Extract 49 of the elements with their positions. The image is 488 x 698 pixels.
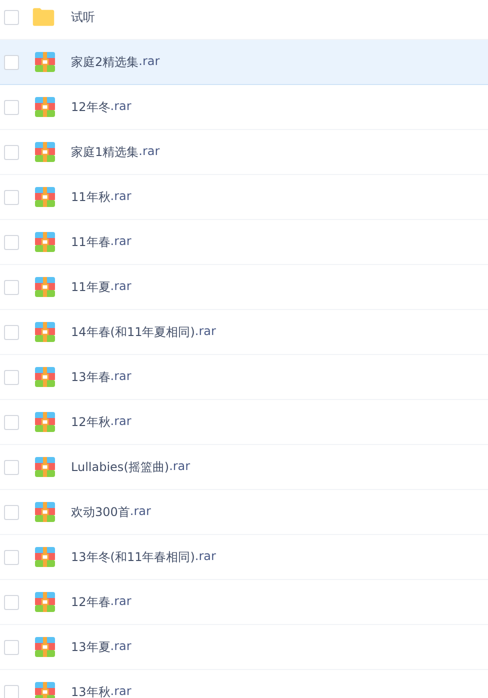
checkbox[interactable] [4, 684, 19, 698]
checkbox[interactable] [4, 234, 19, 250]
checkbox[interactable] [4, 504, 19, 520]
archive-icon [35, 142, 55, 162]
checkbox[interactable] [4, 54, 19, 70]
archive-icon [35, 457, 55, 477]
archive-icon [35, 682, 55, 698]
checkbox[interactable] [4, 370, 19, 384]
checkbox[interactable] [4, 190, 19, 204]
file-name[interactable]: 13年夏.rar [71, 638, 132, 656]
archive-icon [35, 187, 55, 207]
file-name[interactable]: 家庭2精选集.rar [71, 54, 160, 70]
archive-icon [35, 367, 55, 387]
archive-icon [35, 592, 55, 612]
archive-icon [35, 232, 55, 252]
archive-icon [35, 322, 55, 342]
file-name[interactable]: 13年冬(和11年春相同).rar [71, 548, 216, 566]
checkbox[interactable] [4, 640, 19, 654]
file-name[interactable]: 试听 [71, 8, 95, 26]
checkbox[interactable] [4, 324, 19, 340]
file-name[interactable]: 家庭1精选集.rar [71, 144, 160, 160]
file-name[interactable]: 14年春(和11年夏相同).rar [71, 324, 216, 340]
file-name[interactable]: 12年春.rar [71, 594, 132, 610]
checkbox[interactable] [4, 414, 19, 430]
archive-icon [35, 97, 55, 117]
file-name[interactable]: Lullabies(摇篮曲).rar [71, 458, 190, 476]
checkbox[interactable] [4, 550, 19, 564]
archive-icon [35, 502, 55, 522]
file-name[interactable]: 12年冬.rar [71, 98, 132, 116]
archive-icon [35, 637, 55, 657]
archive-icon [35, 547, 55, 567]
file-name[interactable]: 13年春.rar [71, 368, 132, 386]
checkbox[interactable] [4, 280, 19, 294]
checkbox[interactable] [4, 144, 19, 160]
checkbox[interactable] [4, 460, 19, 474]
archive-icon [35, 412, 55, 432]
file-name[interactable]: 欢动300首.rar [71, 504, 151, 520]
file-name[interactable]: 11年秋.rar [71, 188, 132, 206]
file-name[interactable]: 12年秋.rar [71, 414, 132, 430]
file-name[interactable]: 11年夏.rar [71, 278, 132, 296]
checkbox[interactable] [4, 10, 19, 24]
file-row[interactable]: 家庭2精选集.rar [0, 40, 488, 85]
folder-icon [32, 7, 55, 27]
file-name[interactable]: 11年春.rar [71, 234, 132, 250]
archive-icon [35, 52, 55, 72]
checkbox[interactable] [4, 100, 19, 114]
archive-icon [35, 277, 55, 297]
checkbox[interactable] [4, 594, 19, 610]
file-name[interactable]: 13年秋.rar [71, 684, 132, 698]
